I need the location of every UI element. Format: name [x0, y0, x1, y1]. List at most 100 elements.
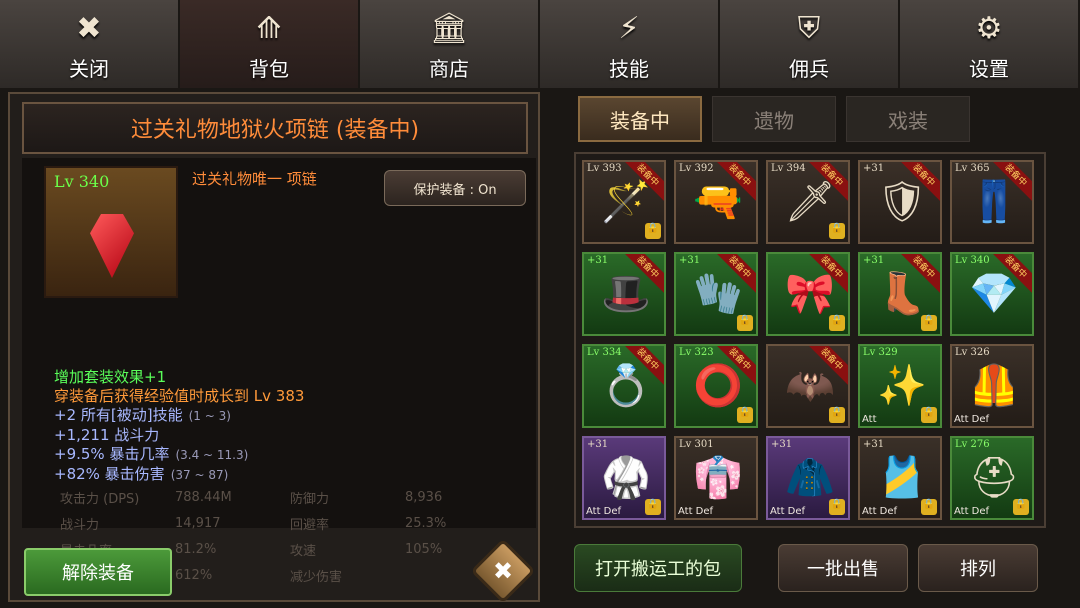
- shop-icon: 🏛: [429, 11, 469, 46]
- open-porter-bag-button[interactable]: 打开搬运工的包: [574, 544, 742, 592]
- stat-cell: 612%: [175, 567, 213, 583]
- lock-icon: 🔒: [829, 315, 845, 331]
- att-def-indicator: Att Def: [862, 506, 898, 517]
- lock-icon: 🔒: [737, 407, 753, 423]
- sort-button[interactable]: 排列: [918, 544, 1038, 592]
- lock-icon: 🔒: [829, 223, 845, 239]
- unequip-button[interactable]: 解除装备: [24, 548, 172, 596]
- equipment-item-icon: 🎽: [877, 455, 927, 501]
- effect-text: +1,211 战斗力: [54, 426, 160, 444]
- equipment-item-icon: 🧥: [785, 455, 835, 501]
- slot-level: +31: [863, 255, 885, 266]
- effect-line: +1,211 战斗力: [54, 426, 524, 445]
- lock-icon: 🔒: [921, 407, 937, 423]
- inventory-slot[interactable]: 👘 Lv 301 Att Def: [674, 436, 758, 520]
- slot-level: +31: [863, 163, 885, 174]
- item-effects: 增加套装效果+1 穿装备后获得经验值时成长到 Lv 383 +2 所有[被动]技能 (…: [54, 368, 524, 485]
- effect-line: +82% 暴击伤害 (37 ~ 87): [54, 465, 524, 485]
- stat-row: 战斗力 14,917 回避率 25.3%: [60, 510, 520, 536]
- nav-tab-0[interactable]: ✖ 关闭: [0, 0, 180, 88]
- equipment-item-icon: ⛑: [968, 455, 1020, 501]
- att-def-indicator: Att Def: [954, 506, 990, 517]
- lightning-icon: ⚡: [618, 11, 640, 46]
- shield-icon: ⛨: [797, 11, 821, 46]
- close-icon: ✖: [76, 11, 102, 46]
- effect-range: (3.4 ~ 11.3): [175, 448, 249, 462]
- slot-level: Lv 393: [587, 163, 622, 174]
- att-def-indicator: Att Def: [678, 506, 714, 517]
- inventory-slot[interactable]: 🎀 装备中 🔒: [766, 252, 850, 336]
- stat-cell: 攻速: [290, 543, 317, 559]
- nav-tab-label: 背包: [249, 56, 289, 81]
- effect-text: 穿装备后获得经验值时成长到 Lv 383: [54, 387, 305, 405]
- effect-range: (1 ~ 3): [188, 409, 231, 423]
- protect-equipment-button[interactable]: 保护装备 : On: [384, 170, 526, 206]
- nav-tab-3[interactable]: ⚡ 技能: [540, 0, 720, 88]
- item-detail-panel: 过关礼物地狱火项链 (装备中) Lv 340 过关礼物唯一 项链 保护装备 : …: [8, 92, 540, 604]
- inventory-grid: 🪄 Lv 393 装备中 🔒 🔫 Lv 392 装备中 🗡 Lv 394 装备中 🔒 🛡 +31 装备中 👖…: [582, 160, 1034, 520]
- stat-cell: 8,936: [405, 489, 443, 505]
- slot-level: Lv 365: [955, 163, 990, 174]
- slot-level: Lv 323: [679, 347, 714, 358]
- nav-tab-label: 佣兵: [789, 56, 829, 81]
- inventory-slot[interactable]: ✨ Lv 329 Att 🔒: [858, 344, 942, 428]
- nav-tab-label: 设置: [969, 56, 1009, 81]
- slot-level: Lv 326: [955, 347, 990, 358]
- slot-level: +31: [679, 255, 701, 266]
- inventory-slot[interactable]: 🥋 +31 Att Def 🔒: [582, 436, 666, 520]
- equipment-item-icon: 🥋: [601, 455, 651, 501]
- item-title: 过关礼物地狱火项链 (装备中): [22, 102, 528, 154]
- att-def-indicator: Att Def: [770, 506, 806, 517]
- nav-tab-2[interactable]: 🏛 商店: [360, 0, 540, 88]
- inventory-slot[interactable]: 🧥 +31 Att Def 🔒: [766, 436, 850, 520]
- backpack-icon: ⟰: [256, 11, 282, 46]
- tab-equipped[interactable]: 装备中: [578, 96, 702, 142]
- inventory-slot[interactable]: ⛑ Lv 276 Att Def 🔒: [950, 436, 1034, 520]
- effect-line: 穿装备后获得经验值时成长到 Lv 383: [54, 387, 524, 406]
- slot-level: Lv 329: [863, 347, 898, 358]
- stat-cell: 战斗力: [60, 517, 100, 533]
- gear-icon: ⚙: [975, 11, 1003, 46]
- stat-cell: 788.44M: [175, 489, 232, 505]
- slot-level: Lv 301: [679, 439, 714, 450]
- stat-row: 攻击力 (DPS) 788.44M 防御力 8,936: [60, 484, 520, 510]
- nav-tab-5[interactable]: ⚙ 设置: [900, 0, 1080, 88]
- nav-tab-label: 技能: [609, 56, 649, 81]
- inventory-slot[interactable]: 🦺 Lv 326 Att Def: [950, 344, 1034, 428]
- tab-relics[interactable]: 遗物: [712, 96, 836, 142]
- inventory-slot[interactable]: 🎽 +31 Att Def 🔒: [858, 436, 942, 520]
- nav-tab-label: 商店: [429, 56, 469, 81]
- att-def-indicator: Att Def: [586, 506, 622, 517]
- item-level: Lv 340: [54, 172, 110, 191]
- inventory-slot[interactable]: 👢 +31 装备中 🔒: [858, 252, 942, 336]
- inventory-slot[interactable]: 💎 Lv 340 装备中: [950, 252, 1034, 336]
- inventory-slot[interactable]: ⭕ Lv 323 装备中 🔒: [674, 344, 758, 428]
- inventory-slot[interactable]: 🔫 Lv 392 装备中: [674, 160, 758, 244]
- stat-cell: 防御力: [290, 491, 330, 507]
- nav-tab-4[interactable]: ⛨ 佣兵: [720, 0, 900, 88]
- item-thumbnail: Lv 340: [44, 166, 178, 298]
- stat-cell: 攻击力 (DPS): [60, 491, 140, 507]
- inventory-slot[interactable]: 🎩 +31 装备中: [582, 252, 666, 336]
- effect-text: +82% 暴击伤害: [54, 465, 165, 483]
- red-gem-icon: [90, 214, 134, 278]
- equipment-item-icon: ✨: [877, 363, 927, 409]
- inventory-slot[interactable]: 🪄 Lv 393 装备中 🔒: [582, 160, 666, 244]
- tab-costumes[interactable]: 戏装: [846, 96, 970, 142]
- inventory-slot[interactable]: 🦇 装备中 🔒: [766, 344, 850, 428]
- effect-range: (37 ~ 87): [170, 468, 229, 482]
- item-subtitle: 过关礼物唯一 项链: [192, 170, 317, 188]
- inventory-slot[interactable]: 👖 Lv 365 装备中: [950, 160, 1034, 244]
- inventory-grid-panel: 🪄 Lv 393 装备中 🔒 🔫 Lv 392 装备中 🗡 Lv 394 装备中 🔒 🛡 +31 装备中 👖…: [574, 152, 1046, 528]
- effect-text: 增加套装效果+1: [54, 368, 167, 386]
- inventory-slot[interactable]: 🧤 +31 装备中 🔒: [674, 252, 758, 336]
- lock-icon: 🔒: [829, 499, 845, 515]
- inventory-slot[interactable]: 🛡 +31 装备中: [858, 160, 942, 244]
- slot-level: Lv 392: [679, 163, 714, 174]
- inventory-slot[interactable]: 🗡 Lv 394 装备中 🔒: [766, 160, 850, 244]
- slot-level: +31: [587, 439, 609, 450]
- inventory-slot[interactable]: 💍 Lv 334 装备中: [582, 344, 666, 428]
- bulk-sell-button[interactable]: 一批出售: [778, 544, 908, 592]
- stat-cell: 减少伤害: [290, 569, 343, 585]
- nav-tab-1[interactable]: ⟰ 背包: [180, 0, 360, 88]
